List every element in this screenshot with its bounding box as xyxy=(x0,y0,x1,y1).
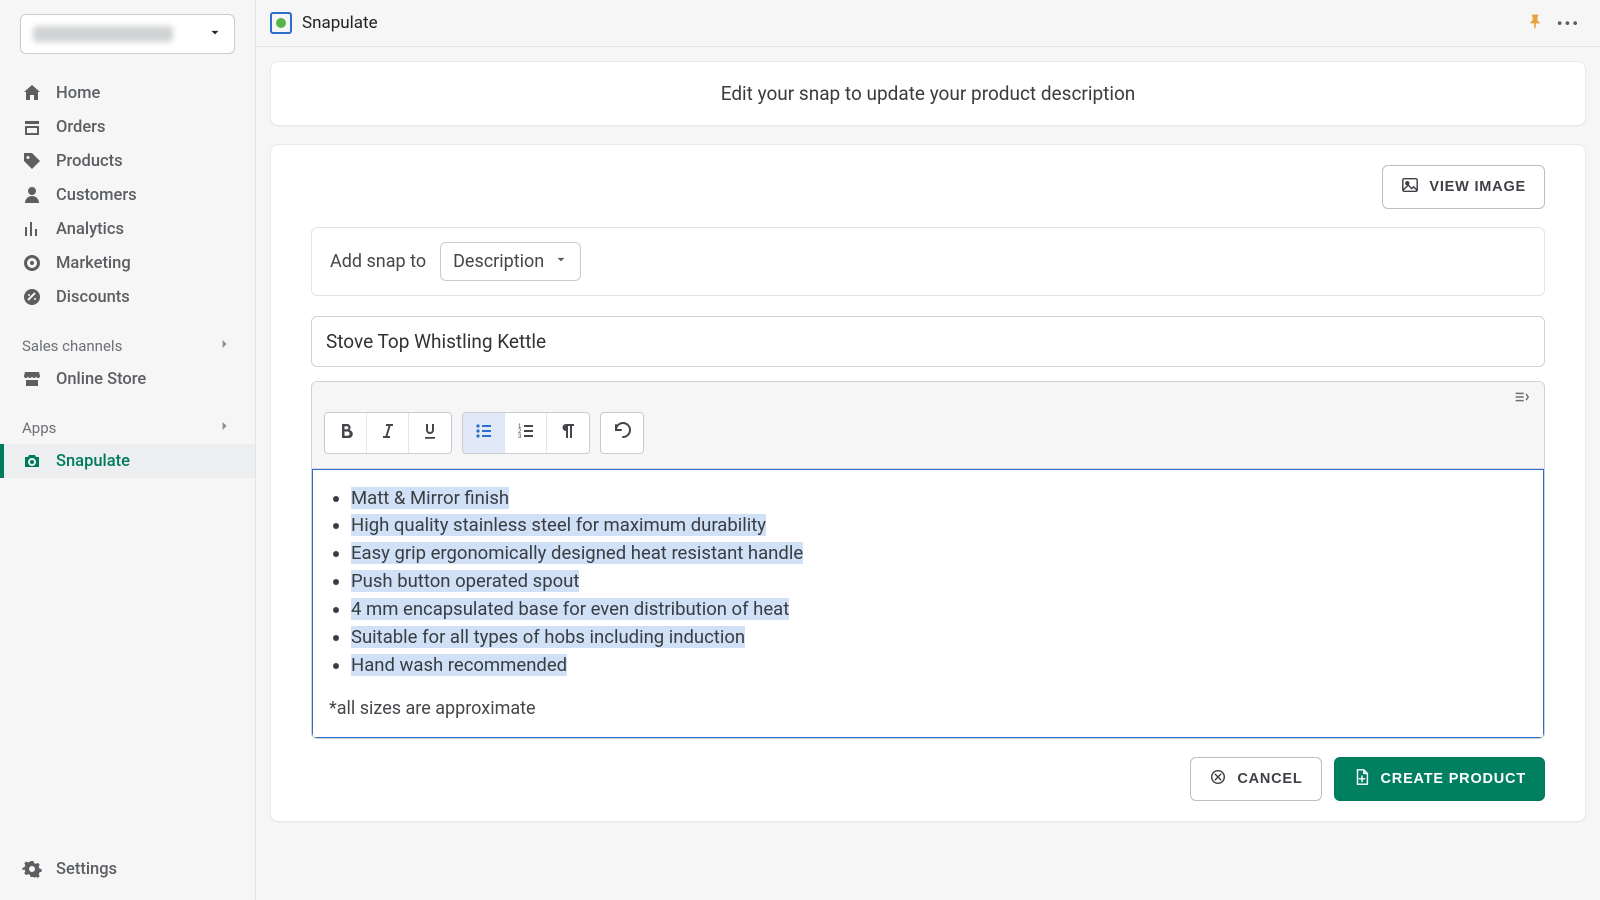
nav-customers[interactable]: Customers xyxy=(0,178,255,212)
store-selector[interactable] xyxy=(20,14,235,54)
nav-analytics[interactable]: Analytics xyxy=(0,212,255,246)
discounts-icon xyxy=(22,287,42,307)
nav-label: Snapulate xyxy=(56,452,130,471)
bullet-list-icon xyxy=(474,421,494,445)
marketing-icon xyxy=(22,253,42,273)
image-icon xyxy=(1401,176,1419,198)
nav-orders[interactable]: Orders xyxy=(0,110,255,144)
list-item: Matt & Mirror finish xyxy=(351,484,1527,512)
button-label: CANCEL xyxy=(1237,771,1302,787)
bullet-list-button[interactable] xyxy=(463,413,505,453)
nav-discounts[interactable]: Discounts xyxy=(0,280,255,314)
content-area: Edit your snap to update your product de… xyxy=(256,47,1600,900)
document-add-icon xyxy=(1353,768,1371,790)
list-item: Easy grip ergonomically designed heat re… xyxy=(351,540,1527,568)
nav-app-snapulate[interactable]: Snapulate xyxy=(0,444,255,478)
create-product-button[interactable]: CREATE PRODUCT xyxy=(1334,757,1545,801)
nav-label: Products xyxy=(56,152,123,171)
analytics-icon xyxy=(22,219,42,239)
list-item: Hand wash recommended xyxy=(351,652,1527,680)
nav-label: Home xyxy=(56,84,100,103)
nav-label: Discounts xyxy=(56,288,130,307)
sidebar: Home Orders Products Customers Analytics… xyxy=(0,0,256,900)
bold-icon xyxy=(336,421,356,445)
description-list: Matt & Mirror finish High quality stainl… xyxy=(329,484,1527,680)
chevron-down-icon xyxy=(208,25,222,44)
orders-icon xyxy=(22,117,42,137)
nav-label: Analytics xyxy=(56,220,124,239)
paragraph-icon xyxy=(558,421,578,445)
product-title-input[interactable] xyxy=(311,316,1545,367)
nav-products[interactable]: Products xyxy=(0,144,255,178)
list-group: 123 xyxy=(462,412,590,454)
add-snap-select[interactable]: Description xyxy=(440,242,581,281)
nav-label: Orders xyxy=(56,118,106,137)
chevron-right-icon xyxy=(217,418,233,438)
app-logo-icon xyxy=(270,12,292,34)
bold-button[interactable] xyxy=(325,413,367,453)
nav-settings[interactable]: Settings xyxy=(0,852,255,886)
add-snap-row: Add snap to Description xyxy=(311,227,1545,296)
toolbar-collapse-icon[interactable] xyxy=(1512,388,1530,410)
nav-label: Online Store xyxy=(56,370,146,389)
description-footnote: *all sizes are approximate xyxy=(329,698,1527,719)
instruction-banner: Edit your snap to update your product de… xyxy=(270,61,1586,126)
tag-icon xyxy=(22,151,42,171)
gear-icon xyxy=(22,859,42,879)
editor-card: VIEW IMAGE Add snap to Description xyxy=(270,144,1586,822)
nav-label: Customers xyxy=(56,186,137,205)
button-label: VIEW IMAGE xyxy=(1429,179,1526,195)
nav-online-store[interactable]: Online Store xyxy=(0,362,255,396)
banner-text: Edit your snap to update your product de… xyxy=(721,82,1136,105)
add-snap-label: Add snap to xyxy=(330,251,426,272)
undo-button[interactable] xyxy=(601,413,643,453)
nav-label: Marketing xyxy=(56,254,131,273)
underline-button[interactable] xyxy=(409,413,451,453)
numbered-list-icon: 123 xyxy=(516,421,536,445)
nav-label: Settings xyxy=(56,860,117,879)
list-item: 4 mm encapsulated base for even distribu… xyxy=(351,596,1527,624)
numbered-list-button[interactable]: 123 xyxy=(505,413,547,453)
button-label: CREATE PRODUCT xyxy=(1381,771,1526,787)
rte-content[interactable]: Matt & Mirror finish High quality stainl… xyxy=(311,468,1545,739)
camera-icon xyxy=(22,451,42,471)
list-item: High quality stainless steel for maximum… xyxy=(351,512,1527,540)
rich-text-editor: 123 Matt & Mirror finish xyxy=(311,381,1545,739)
svg-text:3: 3 xyxy=(518,434,522,440)
nav-home[interactable]: Home xyxy=(0,76,255,110)
paragraph-button[interactable] xyxy=(547,413,589,453)
italic-icon xyxy=(378,421,398,445)
underline-icon xyxy=(420,421,440,445)
store-name-blurred xyxy=(33,26,173,42)
section-label: Apps xyxy=(22,419,56,437)
more-icon[interactable]: ••• xyxy=(1557,14,1580,33)
italic-button[interactable] xyxy=(367,413,409,453)
chevron-down-icon xyxy=(554,251,568,272)
cancel-icon xyxy=(1209,768,1227,790)
list-item: Push button operated spout xyxy=(351,568,1527,596)
person-icon xyxy=(22,185,42,205)
nav-marketing[interactable]: Marketing xyxy=(0,246,255,280)
select-value: Description xyxy=(453,251,544,272)
undo-group xyxy=(600,412,644,454)
view-image-button[interactable]: VIEW IMAGE xyxy=(1382,165,1545,209)
home-icon xyxy=(22,83,42,103)
store-icon xyxy=(22,369,42,389)
undo-icon xyxy=(612,421,632,445)
section-label: Sales channels xyxy=(22,337,122,355)
cancel-button[interactable]: CANCEL xyxy=(1190,757,1321,801)
action-row: CANCEL CREATE PRODUCT xyxy=(311,757,1545,801)
section-apps[interactable]: Apps xyxy=(0,410,255,444)
format-group xyxy=(324,412,452,454)
section-sales-channels[interactable]: Sales channels xyxy=(0,328,255,362)
topbar: Snapulate ••• xyxy=(256,0,1600,47)
rte-toolbar: 123 xyxy=(312,382,1544,469)
list-item: Suitable for all types of hobs including… xyxy=(351,624,1527,652)
app-title: Snapulate xyxy=(302,13,378,33)
chevron-right-icon xyxy=(217,336,233,356)
main: Snapulate ••• Edit your snap to update y… xyxy=(256,0,1600,900)
pin-icon[interactable] xyxy=(1527,13,1543,34)
